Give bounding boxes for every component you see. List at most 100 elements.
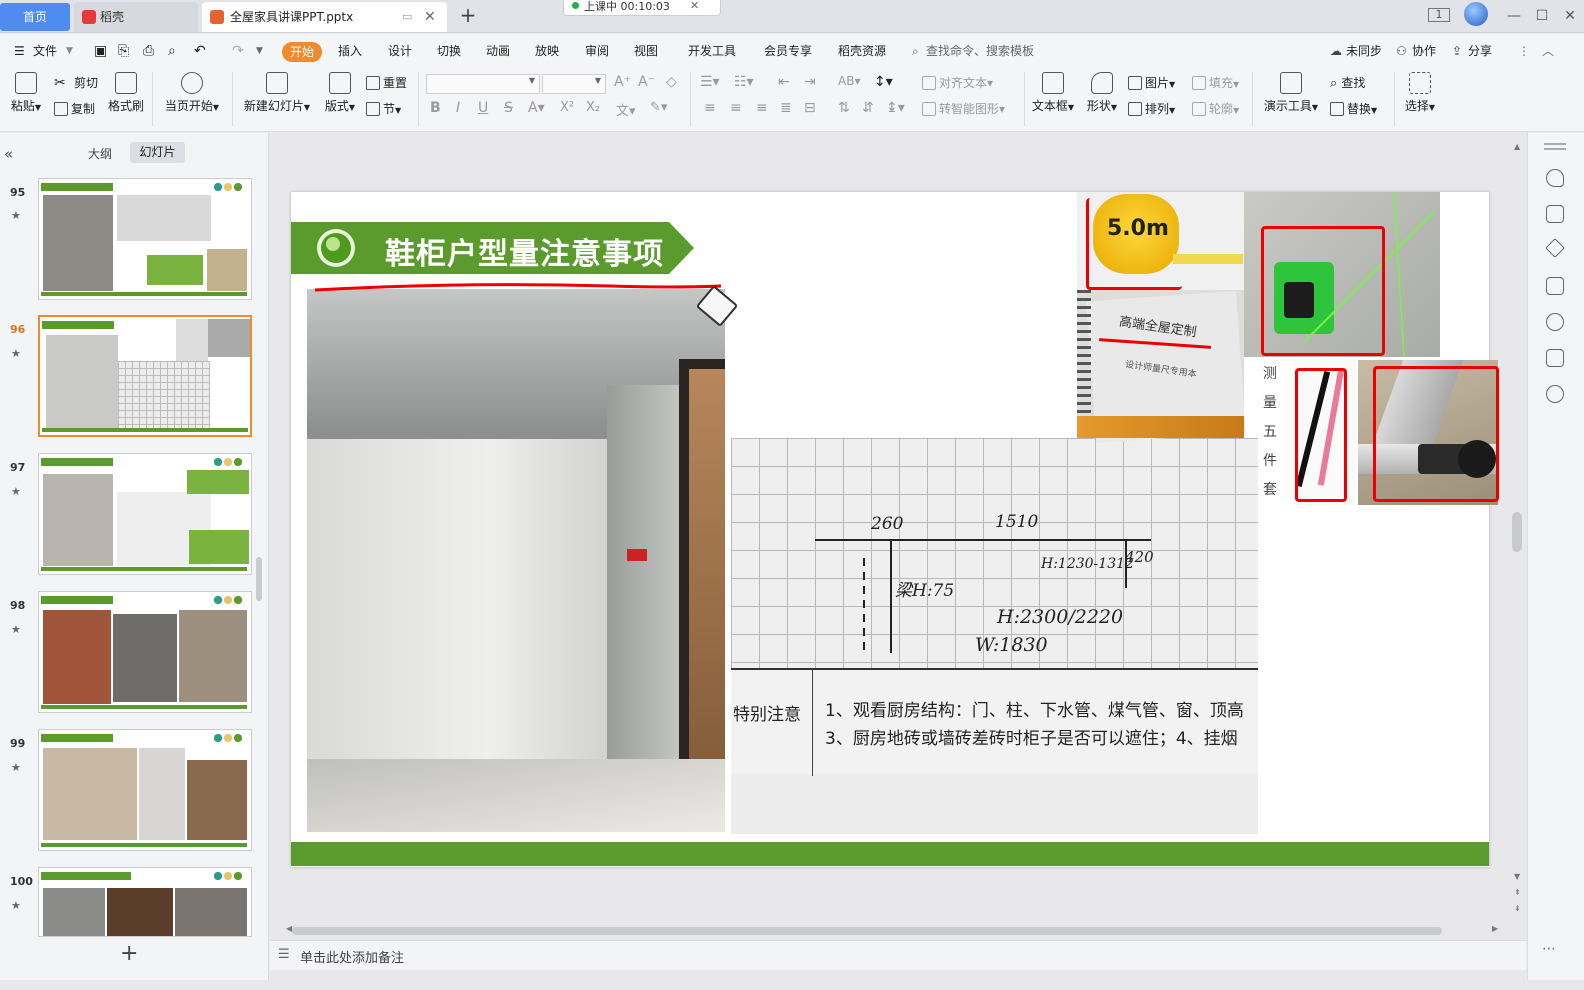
photo-notebook[interactable]: 高端全屋定制 设计师量尺专用本 [1077,290,1246,444]
prev-slide-icon[interactable]: ⇞ [1514,888,1521,897]
menu-animation[interactable]: 动画 [486,41,510,61]
clear-format-icon[interactable]: ◇ [666,74,677,90]
highlight-icon[interactable]: ✎▾ [650,100,667,115]
font-size-select[interactable]: ▼ [542,74,606,94]
cut-button[interactable]: ✂ 剪切 [54,73,98,93]
play-from-current-button[interactable]: 当页开始▼ [164,72,220,114]
decrease-font-icon[interactable]: A⁻ [638,74,655,90]
new-slide-button[interactable]: 新建幻灯片▼ [242,72,312,114]
phonetic-icon[interactable]: 文▾ [616,100,636,119]
maximize-icon[interactable]: ☐ [1532,6,1552,26]
present-tools-button[interactable]: 演示工具▼ [1262,72,1320,114]
photo-wall[interactable] [307,289,725,832]
slides-icon[interactable] [1546,277,1564,295]
menu-slideshow[interactable]: 放映 [535,41,559,61]
align-center-icon[interactable]: ≡ [730,100,742,116]
align-text-button[interactable]: 对齐文本▾ [922,74,993,91]
bold-icon[interactable]: B [430,100,441,116]
menu-developer[interactable]: 开发工具 [688,41,736,61]
share-button[interactable]: 分享 [1468,41,1492,61]
justify-icon[interactable]: ≣ [780,100,792,116]
menu-file[interactable]: 文件 [33,41,57,61]
tab-daoke[interactable]: 稻壳 [74,2,198,32]
notes-placeholder[interactable]: 单击此处添加备注 [300,947,404,966]
column-icon[interactable]: ⇵ [862,100,874,116]
font-color-icon[interactable]: A▾ [528,100,545,116]
star-icon[interactable] [1545,238,1565,258]
strikethrough-icon[interactable]: S [504,100,513,116]
menu-design[interactable]: 设计 [388,41,412,61]
bullets-icon[interactable]: ☰▾ [700,74,720,90]
numbering-icon[interactable]: ☷▾ [734,74,754,90]
minimize-icon[interactable]: — [1504,6,1524,26]
replace-button[interactable]: 替换▼ [1330,99,1377,119]
section-button[interactable]: 节▼ [366,99,401,119]
increase-font-icon[interactable]: A⁺ [614,74,631,90]
layout-button[interactable]: 版式▼ [322,72,358,114]
collapse-ribbon-icon[interactable]: ︿ [1542,41,1554,61]
slide-thumbnail-99[interactable] [38,729,252,851]
print-icon[interactable]: ⎙ [143,41,154,61]
format-painter-button[interactable]: 格式刷 [106,72,146,114]
outline-button[interactable]: 轮廓▼ [1192,99,1239,119]
tab-home[interactable]: 首页 [0,3,70,31]
menu-start[interactable]: 开始 [282,42,323,62]
decrease-indent-icon[interactable]: ⇤ [778,74,790,90]
align-left-icon[interactable]: ≡ [704,100,716,116]
help-icon[interactable] [1546,313,1564,331]
menu-insert[interactable]: 插入 [338,41,362,61]
close-timer-icon[interactable]: ✕ [690,0,699,12]
line-height-icon[interactable]: ↨▾ [886,100,905,116]
slide-thumbnail-97[interactable] [38,453,252,575]
distribute-icon[interactable]: ⊟ [804,100,816,116]
more-icon[interactable]: ⋮ [1518,41,1530,61]
panel-scrollbar[interactable] [256,557,262,601]
close-window-icon[interactable]: ✕ [1560,6,1580,26]
collapse-panel-icon[interactable]: « [4,145,13,163]
save-icon[interactable]: ▣ [94,41,107,61]
close-tab-icon[interactable]: ✕ [424,2,436,32]
menu-review[interactable]: 审阅 [585,41,609,61]
slide-title[interactable]: 鞋柜户型量注意事项 [385,229,664,273]
scroll-thumb[interactable] [1512,512,1522,552]
para-spacing-icon[interactable]: ⇅ [838,100,850,116]
smart-art-button[interactable]: 转智能图形▾ [922,100,1005,117]
more-icon[interactable]: ⋯ [1542,941,1556,957]
command-search[interactable]: 查找命令、搜索模板 [926,41,1034,61]
font-family-select[interactable]: ▼ [426,74,540,94]
avatar[interactable] [1464,2,1488,26]
italic-icon[interactable]: I [456,100,460,116]
menu-daoke-resources[interactable]: 稻壳资源 [838,41,886,61]
vertical-scrollbar[interactable]: ▲ ▼ ⇞ ⇟ [1512,140,1524,920]
share-icon[interactable]: ⇪ [1452,41,1462,61]
textbox-button[interactable]: 文本框▼ [1030,72,1076,114]
search-icon[interactable]: ⌕ [912,41,919,61]
redo-icon[interactable]: ↷ [232,41,244,61]
tab-outline[interactable]: 大纲 [88,145,112,162]
photo-measurement-sketch[interactable]: 260 1510 H:1230-1312 420 梁H:75 H:2300/22… [731,438,1258,834]
quick-access-more-icon[interactable]: ▼ [256,41,263,61]
picture-button[interactable]: 图片▼ [1128,73,1175,93]
subscript-icon[interactable]: X₂ [586,100,600,115]
slide-thumbnail-100[interactable] [38,867,252,937]
slide-thumbnail-98[interactable] [38,591,252,713]
collab-button[interactable]: 协作 [1412,41,1436,61]
notes-pane[interactable]: ☰ 单击此处添加备注 [270,940,1526,970]
find-button[interactable]: ⌕ 查找 [1330,73,1365,93]
menu-transition[interactable]: 切换 [437,41,461,61]
underline-icon[interactable]: U [478,100,488,116]
pin-icon[interactable]: ▭ [402,2,412,32]
horizontal-scrollbar[interactable]: ◀ ▶ [286,924,1500,936]
cloud-sync-icon[interactable]: ☁ [1330,41,1342,61]
add-slide-button[interactable]: + [120,941,138,966]
select-button[interactable]: 选择▼ [1402,72,1438,114]
superscript-icon[interactable]: X² [560,100,574,115]
paste-button[interactable]: 粘贴▼ [8,72,44,114]
collab-icon[interactable]: ⚇ [1396,41,1407,61]
adjust-icon[interactable] [1546,205,1564,223]
chevron-down-icon[interactable]: ▼ [66,41,73,61]
arrange-button[interactable]: 排列▼ [1128,99,1175,119]
menu-view[interactable]: 视图 [634,41,658,61]
rocket-icon[interactable] [1546,169,1564,187]
slide[interactable]: 鞋柜户型量注意事项 260 1510 H:1230-1312 420 梁H:75… [291,192,1499,867]
